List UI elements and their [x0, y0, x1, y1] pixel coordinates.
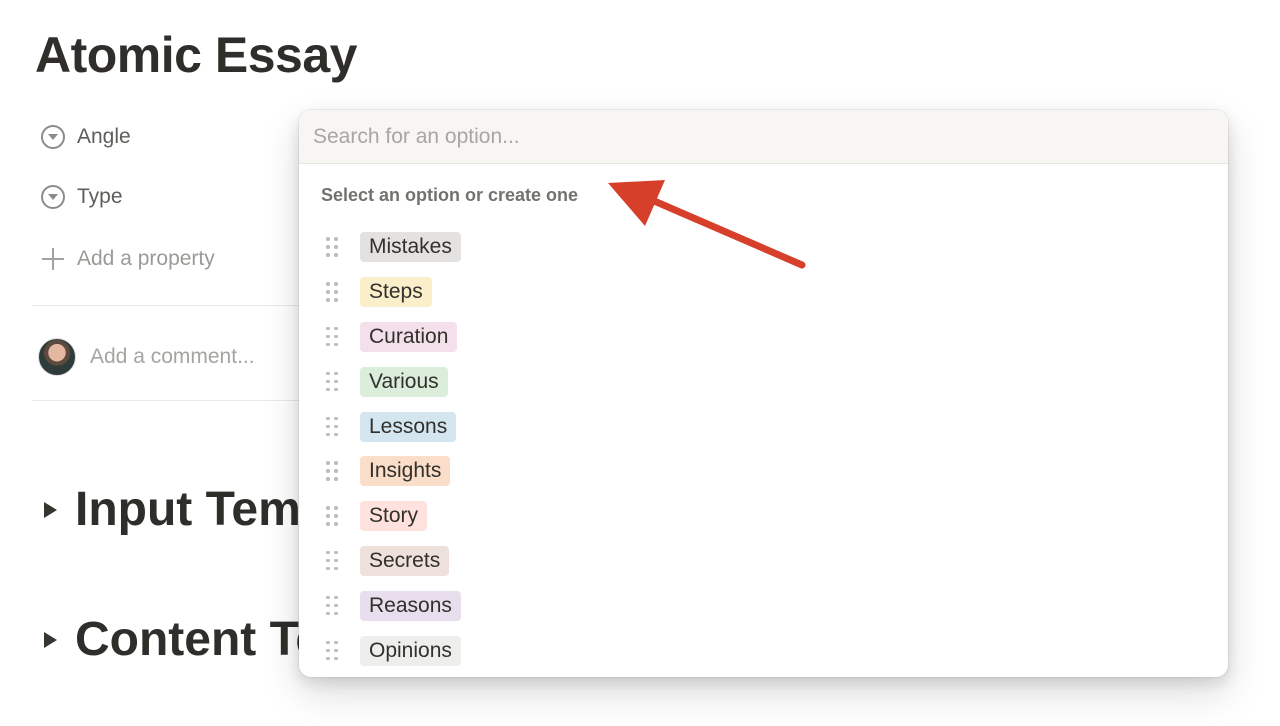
divider [32, 305, 302, 306]
drag-handle-icon[interactable] [326, 237, 338, 257]
heading-text: Content Te [75, 613, 323, 666]
option-tag[interactable]: Opinions [360, 635, 461, 666]
drag-handle-icon[interactable] [326, 595, 338, 616]
property-angle[interactable]: Angle [41, 122, 131, 152]
option-tag[interactable]: Mistakes [360, 232, 461, 263]
option-tag[interactable]: Secrets [360, 545, 450, 576]
drag-handle-icon[interactable] [326, 640, 338, 661]
add-property-label: Add a property [77, 247, 215, 270]
option-item[interactable]: Secrets [299, 539, 1228, 584]
option-tag[interactable]: Various [360, 366, 448, 397]
toggle-heading-input-template[interactable]: Input Temp [44, 482, 330, 537]
option-tag[interactable]: Insights [360, 456, 451, 487]
comment-input[interactable]: Add a comment... [90, 345, 255, 369]
option-item[interactable]: Insights [299, 449, 1228, 494]
arrow-shaft [634, 190, 806, 269]
avatar [38, 338, 76, 376]
dropdown-hint: Select an option or create one [321, 185, 579, 205]
page-title[interactable]: Atomic Essay [35, 26, 357, 84]
option-item[interactable]: Curation [299, 315, 1228, 360]
drag-handle-icon[interactable] [326, 326, 338, 347]
option-list: Mistakes Steps Curation Various Lessons … [299, 225, 1228, 673]
option-tag[interactable]: Curation [360, 321, 458, 352]
property-label: Type [77, 185, 123, 208]
drag-handle-icon[interactable] [326, 416, 338, 437]
option-search-bar [299, 110, 1228, 164]
notion-page: Atomic Essay Angle Type Add a property A… [0, 0, 1280, 726]
option-item[interactable]: Reasons [299, 583, 1228, 628]
toggle-heading-content-template[interactable]: Content Te [44, 612, 322, 667]
divider [32, 400, 302, 401]
property-label: Angle [77, 125, 131, 148]
plus-icon [41, 247, 65, 271]
option-tag[interactable]: Steps [360, 277, 432, 308]
option-tag[interactable]: Reasons [360, 590, 461, 621]
property-type[interactable]: Type [41, 182, 123, 212]
option-item[interactable]: Various [299, 359, 1228, 404]
toggle-triangle-icon[interactable] [44, 631, 57, 648]
heading-text: Input Temp [75, 483, 331, 536]
drag-handle-icon[interactable] [326, 461, 338, 481]
add-property-button[interactable]: Add a property [41, 244, 215, 274]
option-tag[interactable]: Story [360, 501, 428, 532]
select-circle-icon [41, 185, 65, 209]
drag-handle-icon[interactable] [326, 506, 338, 526]
drag-handle-icon[interactable] [326, 550, 338, 571]
drag-handle-icon[interactable] [326, 371, 338, 392]
select-circle-icon [41, 125, 65, 149]
toggle-triangle-icon[interactable] [44, 501, 57, 518]
comment-row[interactable]: Add a comment... [38, 338, 255, 376]
option-item[interactable]: Lessons [299, 404, 1228, 449]
drag-handle-icon[interactable] [326, 282, 338, 302]
option-item[interactable]: Story [299, 494, 1228, 539]
option-search-input[interactable] [313, 124, 1228, 149]
option-tag[interactable]: Lessons [360, 411, 457, 442]
annotation-arrow-icon [608, 180, 806, 269]
option-item[interactable]: Opinions [299, 628, 1228, 673]
